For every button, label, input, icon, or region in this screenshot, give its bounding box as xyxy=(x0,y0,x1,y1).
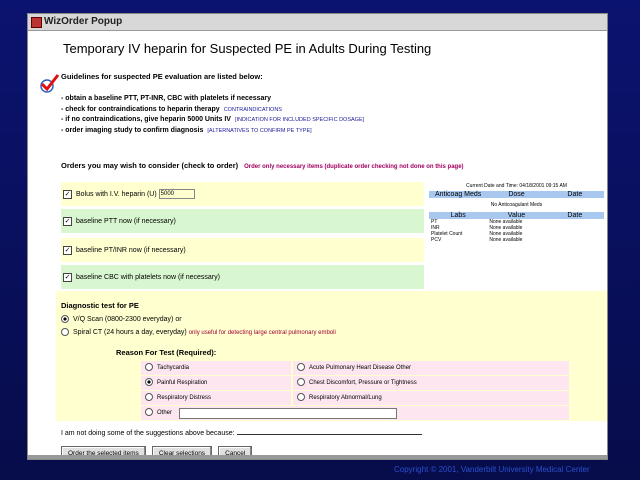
order-row-cbc[interactable]: ✓ baseline CBC with platelets now (if ne… xyxy=(61,265,424,289)
reason-chest[interactable]: Chest Discomfort, Pressure or Tightness xyxy=(293,376,569,390)
diagnostic-section: Diagnostic test for PE V/Q Scan (0800-23… xyxy=(56,291,607,421)
guidelines-list: - obtain a baseline PTT, PT-INR, CBC wit… xyxy=(61,94,364,136)
reason-painful-resp[interactable]: Painful Respiration xyxy=(141,376,291,390)
reason-tachycardia[interactable]: Tachycardia xyxy=(141,361,291,375)
window-title: WizOrder Popup xyxy=(44,16,123,27)
header-cell: Date xyxy=(567,212,583,219)
labs-header: Labs Value Date xyxy=(429,212,604,219)
popup-window: WizOrder Popup Temporary IV heparin for … xyxy=(27,13,608,460)
guideline-text: - order imaging study to confirm diagnos… xyxy=(61,126,204,134)
reason-label: Tachycardia xyxy=(157,365,190,371)
order-row-ptinr[interactable]: ✓ baseline PT/INR now (if necessary) xyxy=(61,238,424,262)
current-datetime: Current Date and Time: 04/18/2001 09:15 … xyxy=(466,183,567,189)
order-row-ptt[interactable]: ✓ baseline PTT now (if necessary) xyxy=(61,209,424,233)
radio-button[interactable] xyxy=(297,363,305,372)
not-doing-label: I am not doing some of the suggestions a… xyxy=(61,430,235,437)
orders-heading-text: Orders you may wish to consider (check t… xyxy=(61,161,239,170)
lab-name: PCV xyxy=(431,237,442,243)
reason-label: Respiratory Distress xyxy=(157,395,212,401)
reason-label: Respiratory Abnormal/Lung xyxy=(309,395,382,401)
option-note: only useful for detecting large central … xyxy=(188,329,336,336)
app-icon xyxy=(31,17,42,28)
guidelines-title: Guidelines for suspected PE evaluation a… xyxy=(61,72,263,81)
reason-grid: Tachycardia Acute Pulmonary Heart Diseas… xyxy=(141,361,569,420)
patient-data-panel: Current Date and Time: 04/18/2001 09:15 … xyxy=(429,181,604,289)
header-cell: Labs xyxy=(450,212,466,219)
radio-button[interactable] xyxy=(297,393,305,402)
radio-button[interactable] xyxy=(297,378,305,387)
guideline-item: - check for contraindications to heparin… xyxy=(61,105,364,116)
reason-acute-pulm[interactable]: Acute Pulmonary Heart Disease Other xyxy=(293,361,569,375)
lab-value: None available xyxy=(489,237,523,243)
anticoag-header: Anticoag Meds Dose Date xyxy=(429,191,604,198)
guideline-text: - obtain a baseline PTT, PT-INR, CBC wit… xyxy=(61,95,272,102)
order-label: Bolus with I.V. heparin (U) xyxy=(76,190,157,198)
page-title: Temporary IV heparin for Suspected PE in… xyxy=(63,41,432,56)
reason-title: Reason For Test (Required): xyxy=(116,348,217,357)
option-label: V/Q Scan (0800-2300 everyday) xyxy=(73,315,174,323)
radio-button[interactable] xyxy=(145,378,153,387)
reason-label: Acute Pulmonary Heart Disease Other xyxy=(309,365,412,371)
option-spiral-ct[interactable]: Spiral CT (24 hours a day, everyday) onl… xyxy=(61,328,336,336)
window-titlebar[interactable]: WizOrder Popup xyxy=(28,14,607,31)
header-cell: Value xyxy=(507,212,526,219)
not-doing-row: I am not doing some of the suggestions a… xyxy=(61,427,422,437)
radio-button[interactable] xyxy=(145,393,153,402)
option-label: Spiral CT (24 hours a day, everyday) xyxy=(73,328,187,336)
header-cell: Dose xyxy=(508,191,525,198)
checkmark-icon xyxy=(40,74,60,93)
copyright-text: Copyright © 2001, Vanderbilt University … xyxy=(394,465,590,474)
reason-resp-abnormal[interactable]: Respiratory Abnormal/Lung xyxy=(293,391,569,405)
orders-note: Order only necessary items (duplicate or… xyxy=(244,164,464,170)
not-doing-input[interactable] xyxy=(236,427,422,435)
window-bottom-bar xyxy=(28,455,607,459)
reason-resp-distress[interactable]: Respiratory Distress xyxy=(141,391,291,405)
header-cell: Anticoag Meds xyxy=(435,191,482,198)
order-label: baseline CBC with platelets now (if nece… xyxy=(76,273,220,281)
guideline-link[interactable]: [INDICATION FOR INCLUDED SPECIFIC DOSAGE… xyxy=(235,117,364,123)
heparin-dose-input[interactable]: 5000 xyxy=(158,189,195,199)
guideline-text: - check for contraindications to heparin… xyxy=(61,105,220,113)
radio-button[interactable] xyxy=(61,315,69,323)
order-checkbox[interactable]: ✓ xyxy=(63,216,72,226)
order-checkbox[interactable]: ✓ xyxy=(63,245,72,255)
guideline-item: - order imaging study to confirm diagnos… xyxy=(61,126,364,137)
orders-heading: Orders you may wish to consider (check t… xyxy=(61,161,464,170)
radio-button[interactable] xyxy=(61,328,69,336)
header-cell: Date xyxy=(567,191,583,198)
radio-button[interactable] xyxy=(145,363,153,372)
order-label: baseline PT/INR now (if necessary) xyxy=(76,246,186,254)
guideline-link[interactable]: CONTRAINDICATIONS xyxy=(224,107,282,113)
guideline-link[interactable]: [ALTERNATIVES TO CONFIRM PE TYPE] xyxy=(207,128,311,134)
option-suffix: or xyxy=(175,315,182,323)
diagnostic-title: Diagnostic test for PE xyxy=(61,301,139,310)
reason-label: Painful Respiration xyxy=(157,380,208,386)
anticoag-none: No Anticoagulant Meds xyxy=(490,202,543,208)
order-checkbox[interactable]: ✓ xyxy=(63,189,72,199)
lab-row: PCV None available xyxy=(429,237,604,243)
option-vq-scan[interactable]: V/Q Scan (0800-2300 everyday) or xyxy=(61,315,182,323)
guideline-item: - obtain a baseline PTT, PT-INR, CBC wit… xyxy=(61,94,364,105)
order-label: baseline PTT now (if necessary) xyxy=(76,217,176,225)
order-row-heparin[interactable]: ✓ Bolus with I.V. heparin (U) 5000 xyxy=(61,182,424,206)
reason-label: Other xyxy=(157,410,173,416)
reason-label: Chest Discomfort, Pressure or Tightness xyxy=(309,380,417,386)
guideline-text: - if no contraindications, give heparin … xyxy=(61,116,231,123)
other-reason-input[interactable] xyxy=(179,408,397,419)
order-checkbox[interactable]: ✓ xyxy=(63,272,72,282)
guideline-item: - if no contraindications, give heparin … xyxy=(61,115,364,126)
radio-button[interactable] xyxy=(145,408,153,417)
